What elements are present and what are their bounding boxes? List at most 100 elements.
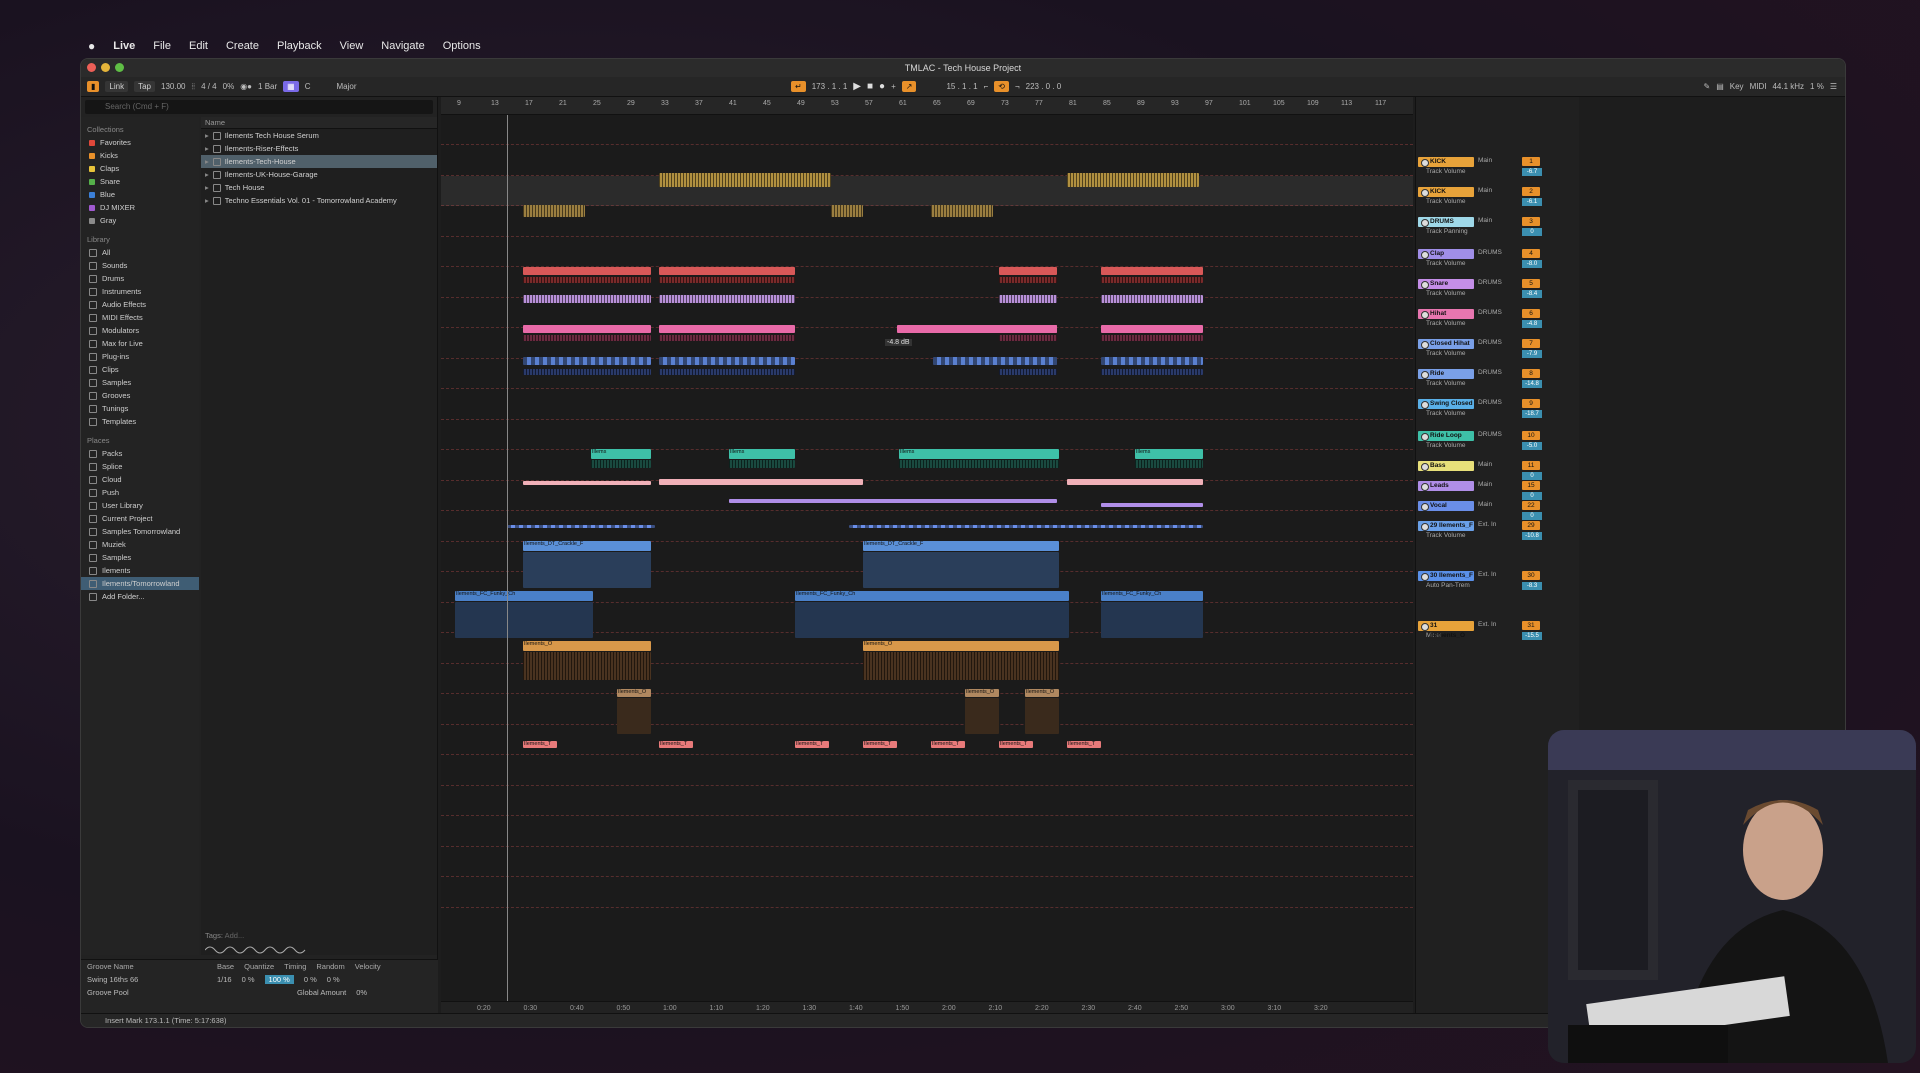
- draw-mode-icon[interactable]: ✎: [1704, 82, 1711, 91]
- groove-amount-field[interactable]: 0%: [223, 82, 235, 91]
- loop-switch-button[interactable]: ⟲: [994, 81, 1009, 92]
- arrangement-clip[interactable]: [965, 698, 999, 734]
- arrangement-clip[interactable]: [659, 479, 863, 485]
- metronome-icon[interactable]: ⦙⦙: [191, 82, 195, 92]
- record-quantize-icon[interactable]: ◉●: [240, 82, 252, 91]
- arrangement-clip[interactable]: [455, 602, 593, 638]
- track-name[interactable]: Snare: [1418, 279, 1474, 289]
- collection-item[interactable]: Kicks: [81, 149, 199, 162]
- file-row[interactable]: ▸ Tech House: [201, 181, 437, 194]
- arrangement-clip[interactable]: [659, 173, 831, 187]
- scale-select[interactable]: Major: [336, 82, 356, 91]
- track-name[interactable]: Vocal: [1418, 501, 1474, 511]
- track-name[interactable]: DRUMS: [1418, 217, 1474, 227]
- arrangement-clip[interactable]: [729, 499, 1057, 503]
- track-output-select[interactable]: Main: [1478, 157, 1492, 164]
- automation-param-select[interactable]: Track Volume: [1418, 349, 1577, 358]
- time-signature-field[interactable]: 4 / 4: [201, 82, 217, 91]
- track-activator-button[interactable]: 4: [1522, 249, 1540, 258]
- arrangement-clip[interactable]: [795, 602, 1069, 638]
- track-header[interactable]: 31 Ilements_OExt. In31-15.5Mixer: [1418, 621, 1577, 640]
- track-lane[interactable]: [441, 329, 1413, 359]
- track-lane[interactable]: [441, 420, 1413, 450]
- automation-param-select[interactable]: Track Volume: [1418, 167, 1577, 176]
- track-volume-field[interactable]: 0: [1522, 512, 1542, 520]
- arrangement-clip[interactable]: [659, 335, 795, 341]
- arrangement-clip[interactable]: [523, 481, 651, 485]
- arrangement-clip[interactable]: [507, 525, 655, 528]
- arrangement-clip[interactable]: Illems: [591, 449, 651, 459]
- arrangement-clip[interactable]: [523, 652, 651, 680]
- arrangement-clip[interactable]: Ilements_FC_Funky_Ch: [1101, 591, 1203, 601]
- track-output-select[interactable]: Main: [1478, 461, 1492, 468]
- track-activator-button[interactable]: 29: [1522, 521, 1540, 530]
- arrangement-clip[interactable]: [659, 357, 795, 365]
- collection-item[interactable]: Favorites: [81, 136, 199, 149]
- track-header[interactable]: DRUMS Main 3 0 Track Panning: [1418, 217, 1577, 236]
- arrangement-clip[interactable]: Ilements_O: [965, 689, 999, 697]
- arrangement-clip[interactable]: Ilements_T: [931, 741, 965, 748]
- place-item[interactable]: Samples: [81, 551, 199, 564]
- track-lane[interactable]: [441, 390, 1413, 420]
- track-volume-field[interactable]: -6.1: [1522, 198, 1542, 206]
- track-lane[interactable]: [441, 146, 1413, 176]
- track-output-select[interactable]: DRUMS: [1478, 279, 1502, 286]
- arrangement-clip[interactable]: [931, 205, 993, 217]
- arrangement-clip[interactable]: [1101, 503, 1203, 507]
- track-header[interactable]: KICK Main 2 -6.1 Track Volume: [1418, 187, 1577, 206]
- arrangement-clip[interactable]: Ilements_T: [795, 741, 829, 748]
- track-name[interactable]: KICK: [1418, 187, 1474, 197]
- track-activator-button[interactable]: 7: [1522, 339, 1540, 348]
- name-column-header[interactable]: Name: [201, 117, 437, 129]
- expand-arrow-icon[interactable]: ▸: [205, 196, 209, 205]
- track-lane[interactable]: [441, 786, 1413, 816]
- arrangement-clip[interactable]: [1101, 335, 1203, 341]
- expand-arrow-icon[interactable]: ▸: [205, 144, 209, 153]
- arrangement-clip[interactable]: Illems: [899, 449, 1059, 459]
- record-icon[interactable]: ●: [879, 81, 885, 92]
- expand-arrow-icon[interactable]: ▸: [205, 157, 209, 166]
- arrangement-clip[interactable]: [523, 552, 651, 588]
- overdub-icon[interactable]: +: [891, 82, 896, 91]
- track-activator-button[interactable]: 10: [1522, 431, 1540, 440]
- groove-random[interactable]: 0 %: [304, 975, 317, 984]
- track-volume-field[interactable]: -18.7: [1522, 410, 1542, 418]
- arrangement-clip[interactable]: Ilements_T: [863, 741, 897, 748]
- file-row[interactable]: ▸ Techno Essentials Vol. 01 - Tomorrowlan…: [201, 194, 437, 207]
- track-name[interactable]: Closed Hihat: [1418, 339, 1474, 349]
- arrangement-clip[interactable]: [523, 295, 651, 303]
- track-activator-button[interactable]: 11: [1522, 461, 1540, 470]
- arrangement-clip[interactable]: [659, 295, 795, 303]
- track-name[interactable]: 29 Ilements_F: [1418, 521, 1474, 531]
- track-lane[interactable]: [441, 847, 1413, 877]
- arrangement-clip[interactable]: [863, 552, 1059, 588]
- library-item[interactable]: MIDI Effects: [81, 311, 199, 324]
- track-volume-field[interactable]: -14.8: [1522, 380, 1542, 388]
- collection-item[interactable]: Claps: [81, 162, 199, 175]
- track-output-select[interactable]: DRUMS: [1478, 339, 1502, 346]
- global-amount-field[interactable]: 0%: [356, 988, 367, 997]
- track-lane[interactable]: [441, 207, 1413, 237]
- arrangement-clip[interactable]: [1067, 479, 1203, 485]
- menu-options[interactable]: Options: [443, 40, 481, 52]
- automation-param-select[interactable]: Track Volume: [1418, 441, 1577, 450]
- track-volume-field[interactable]: 0: [1522, 228, 1542, 236]
- place-item[interactable]: Current Project: [81, 512, 199, 525]
- track-output-select[interactable]: DRUMS: [1478, 309, 1502, 316]
- track-activator-button[interactable]: 15: [1522, 481, 1540, 490]
- apple-icon[interactable]: ●: [88, 39, 95, 53]
- arrangement-clip[interactable]: Ilements_O: [523, 641, 651, 651]
- track-header[interactable]: Ride Loop DRUMS 10 -5.0 Track Volume: [1418, 431, 1577, 450]
- groove-base[interactable]: 1/16: [217, 975, 232, 984]
- track-output-select[interactable]: Ext. In: [1478, 571, 1496, 578]
- place-item[interactable]: User Library: [81, 499, 199, 512]
- arrangement-clip[interactable]: Illems: [729, 449, 795, 459]
- library-item[interactable]: Plug-ins: [81, 350, 199, 363]
- arrangement-clip[interactable]: [1101, 602, 1203, 638]
- track-volume-field[interactable]: -8.3: [1522, 582, 1542, 590]
- tempo-field[interactable]: 130.00: [161, 82, 185, 91]
- beat-ruler[interactable]: 9 13 17 21 25 29 33 37 41 45 49 53 57 61 65 69 73 77 81 85 8…: [441, 97, 1413, 115]
- arrangement-clip[interactable]: Ilements_T: [999, 741, 1033, 748]
- track-output-select[interactable]: Main: [1478, 217, 1492, 224]
- track-header[interactable]: Ride DRUMS 8 -14.8 Track Volume: [1418, 369, 1577, 388]
